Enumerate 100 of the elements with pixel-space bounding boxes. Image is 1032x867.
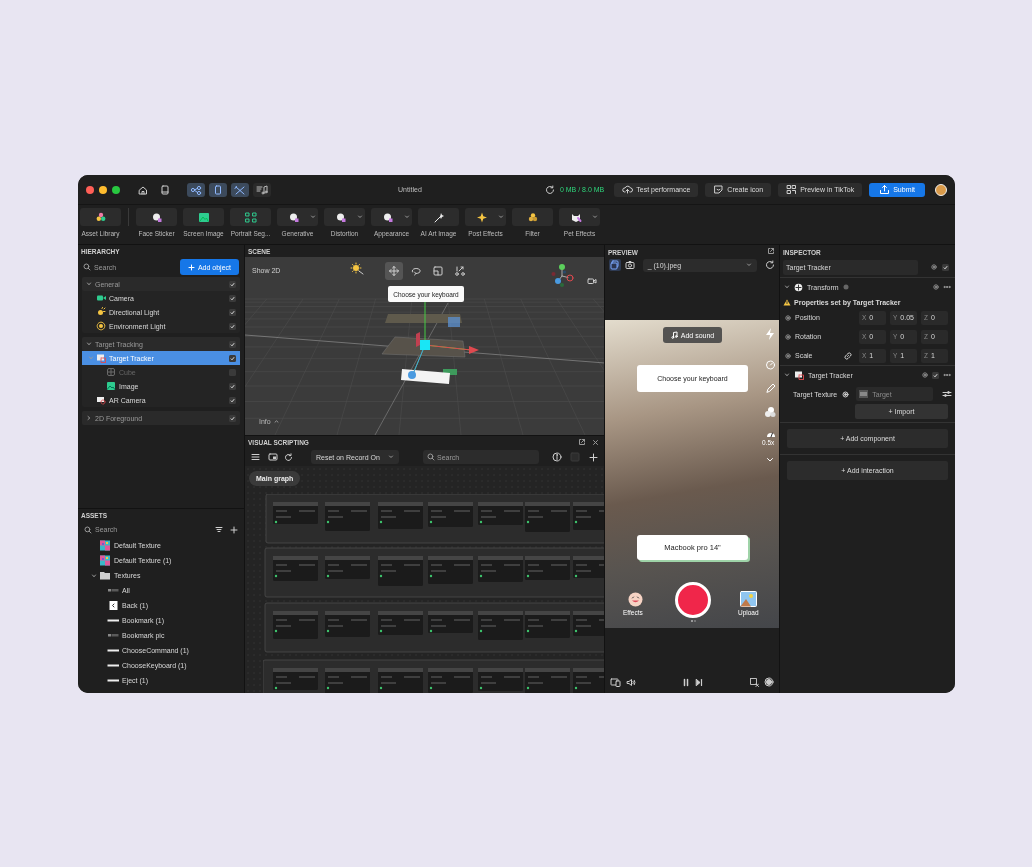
effect-button[interactable]: [183, 208, 224, 226]
graph-node[interactable]: [573, 668, 604, 693]
record-icon[interactable]: [764, 677, 774, 687]
graph-node[interactable]: [378, 668, 423, 693]
chevron-icon[interactable]: [784, 372, 790, 378]
plus-icon[interactable]: [589, 452, 598, 462]
more-icon[interactable]: [943, 285, 951, 289]
devices-icon[interactable]: [610, 677, 621, 687]
graph-node[interactable]: [428, 502, 473, 527]
graph-node[interactable]: [428, 668, 473, 693]
effect-button[interactable]: [324, 208, 365, 226]
checkbox[interactable]: [942, 263, 949, 271]
info-icon[interactable]: [552, 452, 562, 462]
target-icon[interactable]: [931, 264, 937, 270]
close-button[interactable]: [86, 185, 94, 194]
chevron-icon[interactable]: [86, 341, 92, 347]
minimize-button[interactable]: [99, 185, 107, 194]
effect-button[interactable]: [277, 208, 318, 226]
speaker-icon[interactable]: [626, 677, 636, 687]
graph-node[interactable]: [525, 668, 570, 693]
graph-node[interactable]: [478, 556, 523, 582]
checkbox[interactable]: [229, 280, 236, 288]
graph-node[interactable]: [573, 502, 604, 530]
refresh-icon[interactable]: [284, 452, 293, 462]
maximize-button[interactable]: [112, 185, 120, 194]
popout-icon[interactable]: [578, 438, 586, 446]
move-tool-button[interactable]: [385, 262, 403, 280]
more-icon[interactable]: [943, 373, 951, 377]
tablet-icon[interactable]: [160, 184, 170, 195]
link-icon[interactable]: [844, 351, 852, 360]
circles-icon[interactable]: [764, 406, 776, 418]
effect-button[interactable]: [465, 208, 506, 226]
sliders-icon[interactable]: [942, 390, 952, 398]
graph-node[interactable]: [273, 668, 318, 690]
panel-icon[interactable]: [268, 453, 278, 461]
graph-node[interactable]: [478, 611, 523, 640]
checkbox[interactable]: [229, 382, 236, 390]
chevron-icon[interactable]: [91, 572, 97, 579]
graph-node[interactable]: [273, 556, 318, 581]
checkbox[interactable]: [229, 322, 236, 330]
tools-mode-button[interactable]: [231, 182, 249, 197]
graph-node[interactable]: [428, 611, 473, 633]
checkbox[interactable]: [229, 396, 236, 404]
graph-node[interactable]: [273, 502, 318, 524]
skip-forward-icon[interactable]: [695, 677, 703, 687]
avatar[interactable]: [935, 183, 947, 196]
graph-node[interactable]: [428, 556, 473, 584]
chevron-icon[interactable]: [86, 415, 92, 421]
graph-node[interactable]: [325, 502, 370, 531]
effect-button[interactable]: [559, 208, 600, 226]
filter-icon[interactable]: [215, 526, 223, 533]
video-camera-icon[interactable]: [587, 277, 597, 285]
graph-node[interactable]: [478, 502, 523, 525]
graph-node[interactable]: [378, 611, 423, 635]
effect-button[interactable]: [80, 208, 121, 226]
popout-icon[interactable]: [767, 247, 775, 255]
checkbox[interactable]: [229, 308, 236, 316]
chevron-icon[interactable]: [86, 281, 92, 287]
chevron-icon[interactable]: [784, 284, 790, 290]
checkbox[interactable]: [229, 414, 236, 422]
graph-node[interactable]: [573, 556, 604, 578]
landscape-image-icon[interactable]: [740, 591, 757, 607]
phone-mode-button[interactable]: [209, 182, 227, 197]
crop-icon[interactable]: [749, 677, 759, 687]
checkbox[interactable]: [932, 371, 939, 379]
graph-node[interactable]: [273, 611, 318, 639]
speed-icon[interactable]: [766, 429, 776, 438]
checkbox[interactable]: [229, 340, 236, 348]
home-icon[interactable]: [138, 184, 148, 195]
menu-icon[interactable]: [251, 453, 260, 461]
target-icon[interactable]: [933, 284, 939, 290]
target-icon[interactable]: [785, 314, 791, 321]
graph-node[interactable]: [325, 668, 370, 693]
cube-view-button[interactable]: [609, 259, 621, 271]
refresh-icon[interactable]: [765, 260, 775, 270]
sun-icon[interactable]: [350, 262, 364, 276]
graph-node[interactable]: [525, 502, 570, 532]
target-icon[interactable]: [922, 372, 928, 378]
checkbox[interactable]: [229, 294, 236, 302]
close-icon[interactable]: [592, 438, 599, 446]
refresh-icon[interactable]: [544, 184, 555, 195]
music-mode-button[interactable]: [253, 182, 271, 197]
pause-icon[interactable]: [682, 677, 690, 687]
checkbox[interactable]: [229, 354, 236, 362]
plus-icon[interactable]: [230, 525, 238, 534]
graph-node[interactable]: [325, 611, 370, 637]
graph-node[interactable]: [573, 611, 604, 636]
effect-button[interactable]: [371, 208, 412, 226]
camera-view-button[interactable]: [623, 259, 636, 271]
graph-node[interactable]: [378, 556, 423, 586]
target-icon[interactable]: [842, 390, 850, 398]
graph-mode-button[interactable]: [187, 182, 205, 197]
effect-button[interactable]: [136, 208, 177, 226]
target-icon[interactable]: [785, 352, 791, 359]
pen-icon[interactable]: [765, 383, 776, 394]
graph-node[interactable]: [525, 556, 570, 580]
effect-button[interactable]: [512, 208, 553, 226]
smiley-icon[interactable]: [628, 592, 643, 607]
graph-node[interactable]: [525, 611, 570, 638]
target-icon[interactable]: [785, 333, 791, 340]
